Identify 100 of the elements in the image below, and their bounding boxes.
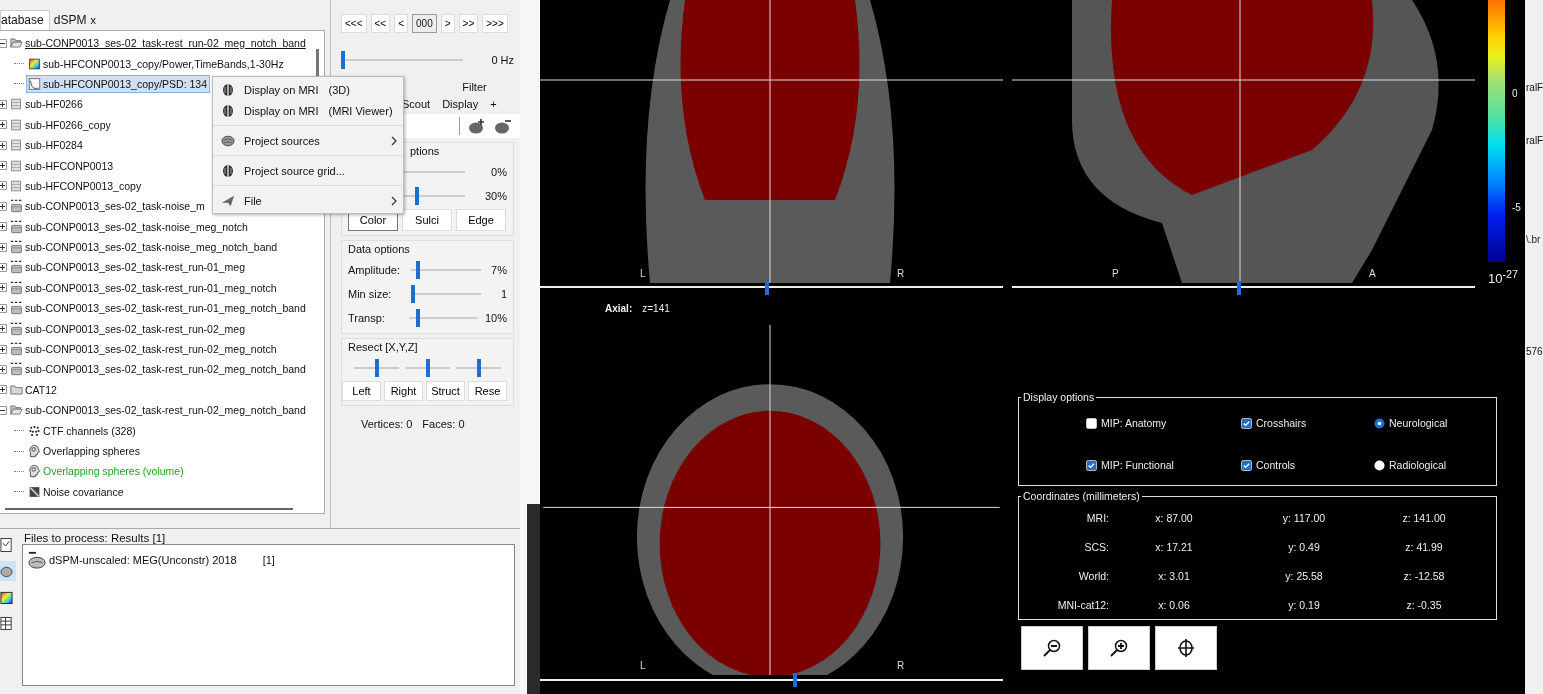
database-tab[interactable]: dSPM x	[49, 11, 101, 30]
panel-tab[interactable]: +	[484, 97, 503, 110]
expander-icon[interactable]	[0, 120, 7, 130]
panel-tab[interactable]: Filter	[434, 80, 514, 93]
subject-icon	[10, 178, 23, 193]
expander-icon[interactable]	[0, 99, 7, 109]
expander-icon[interactable]	[0, 283, 7, 293]
tree-item[interactable]: Noise covariance	[26, 482, 127, 501]
tree-item[interactable]: sub-CONP0013_ses-02_task-rest_run-02_meg_notch_band	[8, 34, 309, 53]
remove-surface-icon[interactable]	[494, 118, 512, 134]
tree-item[interactable]: sub-HF0266	[8, 95, 86, 114]
tree-item[interactable]: sub-HFCONP0013_copy/PSD: 134	[26, 74, 210, 93]
option-label: Controls	[1256, 459, 1296, 471]
coordinate-value: x: 0.06	[1157, 599, 1191, 611]
file-name[interactable]: dSPM-unscaled: MEG(Unconstr) 2018	[49, 554, 237, 566]
expander-icon[interactable]	[0, 38, 7, 48]
tree-item[interactable]: sub-CONP0013_ses-02_task-noise_meg_notch_band	[8, 238, 281, 257]
orientation-label: A	[1369, 268, 1376, 279]
tree-item[interactable]: sub-HF0284	[8, 136, 86, 155]
resect-button[interactable]: Struct	[426, 381, 465, 401]
expander-icon[interactable]	[0, 222, 7, 232]
tree-item[interactable]: sub-CONP0013_ses-02_task-rest_run-01_meg_notch_band	[8, 299, 309, 318]
tree-item[interactable]: sub-HFCONP0013	[8, 156, 117, 175]
tree-item[interactable]: sub-CONP0013_ses-02_task-rest_run-02_meg_notch	[8, 340, 280, 359]
tree-item[interactable]: Overlapping spheres	[26, 442, 143, 460]
expander-icon[interactable]	[0, 385, 7, 395]
zoom-out-icon	[1042, 638, 1062, 658]
radio-button[interactable]	[1374, 459, 1385, 471]
cortex-icon	[221, 133, 235, 148]
checkbox[interactable]	[1241, 417, 1252, 429]
menu-item[interactable]: Display on MRI (MRI Viewer)	[213, 100, 403, 121]
tab-close-button[interactable]: x	[90, 14, 96, 26]
raw-data-icon	[10, 301, 23, 316]
panel-title: Coordinates (millimeters)	[1022, 490, 1141, 502]
expander-icon[interactable]	[0, 161, 7, 171]
raw-data-icon	[10, 342, 23, 357]
expander-icon[interactable]	[0, 364, 7, 374]
tree-item[interactable]: sub-CONP0013_ses-02_task-rest_run-02_meg	[8, 319, 249, 338]
crosshair-icon	[1176, 638, 1196, 658]
tree-item[interactable]: sub-CONP0013_ses-02_task-rest_run-01_meg_notch	[8, 278, 280, 297]
group-title: ptions	[409, 145, 441, 159]
orientation-label: L	[640, 268, 646, 279]
tree-item[interactable]: sub-CONP0013_ses-02_task-rest_run-02_meg_notch_band	[8, 360, 309, 379]
add-surface-icon[interactable]	[468, 118, 486, 134]
crosshair-button[interactable]	[1155, 626, 1217, 670]
menu-item[interactable]: File	[213, 185, 403, 211]
panel-tab[interactable]: Display	[436, 97, 485, 110]
tree-item[interactable]: Overlapping spheres (volume)	[26, 462, 187, 481]
tree-item[interactable]: sub-CONP0013_ses-02_task-noise_meg_notch	[8, 217, 251, 236]
frequency-value: 0 Hz	[490, 54, 514, 66]
tree-item[interactable]: sub-CONP0013_ses-02_task-noise_m	[8, 197, 208, 216]
tree-item[interactable]: sub-HFCONP0013_copy/Power,TimeBands,1-30Hz	[26, 54, 287, 73]
surface-info-text: Faces: 0	[422, 418, 465, 430]
expander-icon[interactable]	[0, 181, 7, 191]
radio-button[interactable]	[1374, 417, 1385, 429]
slider-label: Transp:	[348, 312, 386, 324]
expander-icon[interactable]	[0, 242, 7, 252]
menu-item[interactable]: Project sources	[213, 125, 403, 151]
expander-icon[interactable]	[0, 324, 7, 334]
expander-icon[interactable]	[0, 263, 7, 272]
tree-item[interactable]: CTF channels (328)	[26, 421, 139, 440]
menu-item[interactable]: Display on MRI (3D)	[213, 79, 403, 100]
expander-icon[interactable]	[0, 303, 7, 313]
step-button[interactable]: >>>	[482, 13, 508, 33]
tree-item[interactable]: CAT12	[8, 380, 60, 399]
database-tab[interactable]: atabase	[0, 10, 50, 30]
step-button[interactable]: <	[394, 13, 409, 33]
surface-option-button[interactable]: Sulci	[402, 209, 452, 231]
chevron-icon	[391, 195, 397, 206]
resect-button[interactable]: Right	[384, 381, 423, 401]
coordinate-value: z: 41.99	[1404, 541, 1444, 553]
expander-icon[interactable]	[0, 344, 7, 354]
option-label: Radiological	[1389, 459, 1447, 471]
zoom-out-button[interactable]	[1021, 626, 1083, 670]
tree-item[interactable]: sub-HF0266_copy	[8, 115, 114, 134]
colorbar-exponent: 10$^{-27}$	[1488, 268, 1519, 287]
expander-icon[interactable]	[0, 405, 7, 415]
step-button[interactable]: <<	[370, 13, 391, 33]
menu-item[interactable]: Project source grid...	[213, 155, 403, 181]
step-button[interactable]: >>	[458, 13, 479, 33]
checkbox[interactable]	[1241, 459, 1252, 471]
zoom-in-button[interactable]	[1088, 626, 1150, 670]
tree-item[interactable]: sub-CONP0013_ses-02_task-rest_run-02_meg_notch_band	[8, 401, 309, 420]
checkbox[interactable]	[1086, 417, 1097, 429]
resect-button[interactable]: Rese	[468, 381, 507, 401]
subject-icon	[10, 158, 23, 173]
step-button[interactable]: >	[440, 13, 455, 33]
expander-icon[interactable]	[0, 201, 7, 211]
tree-item[interactable]: sub-CONP0013_ses-02_task-rest_run-01_meg	[8, 258, 249, 277]
surface-option-button[interactable]: Edge	[456, 209, 506, 231]
slider-value: 1	[499, 288, 507, 300]
step-button[interactable]: <<<	[341, 13, 367, 33]
time-field[interactable]: 000	[412, 13, 437, 33]
expander-icon[interactable]	[0, 140, 7, 150]
sensor-dots-icon	[28, 423, 41, 438]
orientation-label: R	[897, 660, 905, 671]
resect-button[interactable]: Left	[342, 381, 381, 401]
orientation-label: L	[640, 660, 646, 671]
tree-item[interactable]: sub-HFCONP0013_copy	[8, 176, 145, 195]
checkbox[interactable]	[1086, 459, 1097, 471]
